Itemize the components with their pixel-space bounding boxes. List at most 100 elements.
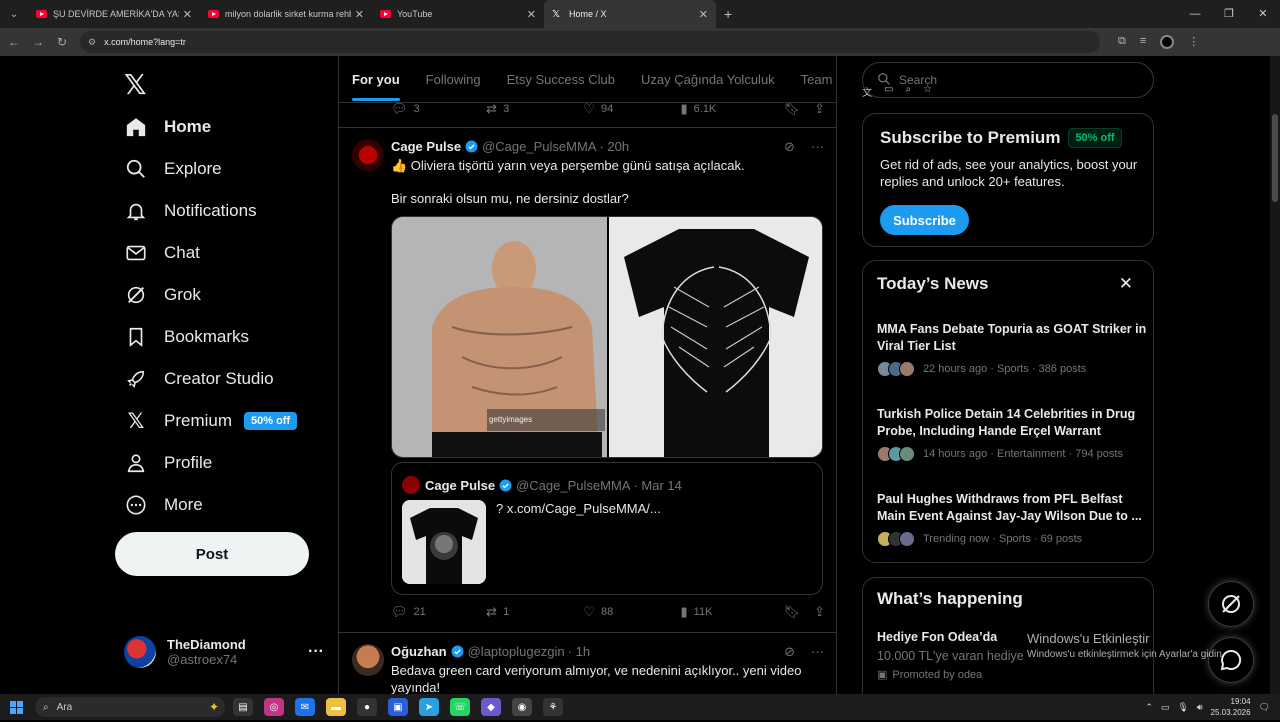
views-button[interactable]: ▮ 6.1K bbox=[680, 101, 783, 117]
app-icon[interactable]: ▣ bbox=[388, 698, 408, 716]
close-window-button[interactable]: ✕ bbox=[1246, 0, 1280, 28]
clock[interactable]: 19:04 25.03.2026 bbox=[1211, 696, 1251, 718]
profile-avatar-icon[interactable] bbox=[1160, 35, 1175, 49]
tweet-media[interactable]: gettyimages bbox=[391, 216, 823, 458]
news-item[interactable]: Turkish Police Detain 14 Celebrities in … bbox=[877, 406, 1147, 462]
minimize-button[interactable]: — bbox=[1178, 0, 1212, 28]
account-switcher[interactable]: TheDiamond @astroex74 ··· bbox=[124, 636, 324, 668]
close-icon[interactable]: ✕ bbox=[183, 8, 192, 21]
tab-search-button[interactable]: ⌄ bbox=[0, 0, 28, 28]
more-dots-icon[interactable]: ··· bbox=[811, 139, 824, 155]
nav-chat[interactable]: Chat bbox=[124, 235, 200, 271]
address-bar[interactable]: ⚙ x.com/home?lang=tr 文 ▭ ⌕ ☆ bbox=[80, 31, 1100, 99]
taskbar-search[interactable]: ⌕ Ara ✦ bbox=[35, 697, 225, 717]
reload-icon[interactable]: ↻ bbox=[50, 35, 74, 49]
quoted-tweet[interactable]: Cage Pulse @Cage_PulseMMA · Mar 14 ? x.c… bbox=[391, 462, 823, 595]
tweet-time[interactable]: · 20h bbox=[599, 139, 629, 154]
grok-icon[interactable]: ⊘ bbox=[784, 139, 795, 155]
subscribe-button[interactable]: Subscribe bbox=[880, 205, 969, 235]
instagram-icon[interactable]: ◎ bbox=[264, 698, 284, 716]
tweet[interactable]: Oğuzhan @laptoplugezgin · 1h ⊘ ··· Bedav… bbox=[339, 632, 836, 694]
nav-notifications[interactable]: Notifications bbox=[124, 193, 257, 229]
browser-tab[interactable]: YouTube ✕ bbox=[372, 0, 544, 28]
tab-etsy-success-club[interactable]: Etsy Success Club bbox=[507, 72, 615, 87]
extensions-icon[interactable]: ⧉ bbox=[1118, 35, 1126, 49]
like-button[interactable]: ♡ 88 bbox=[583, 604, 680, 620]
reply-button[interactable]: 💬︎ 3 bbox=[391, 101, 486, 117]
bookmark-button[interactable]: 🔖︎ bbox=[784, 101, 801, 117]
grok-icon[interactable]: ⊘ bbox=[784, 644, 795, 660]
avatar[interactable] bbox=[352, 139, 384, 171]
author-handle[interactable]: @laptoplugezgin bbox=[468, 644, 565, 659]
more-dots-icon[interactable]: ··· bbox=[811, 644, 824, 660]
close-icon[interactable]: ✕ bbox=[355, 8, 364, 21]
post-button[interactable]: Post bbox=[115, 532, 309, 576]
file-explorer-icon[interactable]: ▬ bbox=[326, 698, 346, 716]
telegram-icon[interactable]: ➤ bbox=[419, 698, 439, 716]
close-icon[interactable]: ✕ bbox=[1119, 274, 1133, 294]
author-handle[interactable]: @Cage_PulseMMA bbox=[482, 139, 596, 154]
views-button[interactable]: ▮ 11K bbox=[680, 604, 783, 620]
nav-bookmarks[interactable]: Bookmarks bbox=[124, 319, 249, 355]
browser-tab[interactable]: milyon dolarlik sirket kurma rehberi ✕ bbox=[200, 0, 372, 28]
volume-icon[interactable]: 🔊︎ bbox=[1197, 702, 1203, 713]
nav-more[interactable]: More bbox=[124, 487, 203, 523]
nav-grok[interactable]: Grok bbox=[124, 277, 201, 313]
news-item[interactable]: Paul Hughes Withdraws from PFL Belfast M… bbox=[877, 491, 1147, 547]
nav-creator-studio[interactable]: Creator Studio bbox=[124, 361, 274, 397]
nav-explore[interactable]: Explore bbox=[124, 151, 222, 187]
avatar[interactable] bbox=[352, 644, 384, 676]
windows-start-icon[interactable] bbox=[10, 700, 23, 714]
grok-floating-button[interactable] bbox=[1208, 581, 1254, 627]
author-name[interactable]: Cage Pulse bbox=[391, 139, 461, 154]
app-icon[interactable]: ⚘ bbox=[543, 698, 563, 716]
share-button[interactable]: ⇪ bbox=[814, 101, 825, 117]
outlook-icon[interactable]: ✉ bbox=[295, 698, 315, 716]
app-icon[interactable]: ● bbox=[357, 698, 377, 716]
chevron-up-icon[interactable]: ⌃ bbox=[1145, 702, 1153, 713]
restore-button[interactable]: ❐ bbox=[1212, 0, 1246, 28]
back-icon[interactable]: ← bbox=[2, 35, 26, 49]
app-icon[interactable]: ◆ bbox=[481, 698, 501, 716]
browser-menu-icon[interactable]: ⋮ bbox=[1188, 35, 1199, 49]
close-icon[interactable]: ✕ bbox=[527, 8, 536, 21]
notifications-icon[interactable]: 🗨︎ bbox=[1259, 702, 1270, 713]
tweet-photo[interactable]: gettyimages bbox=[392, 217, 607, 457]
nav-profile[interactable]: Profile bbox=[124, 445, 212, 481]
tweet-time[interactable]: · 1h bbox=[568, 644, 590, 659]
tab-for-you[interactable]: For you bbox=[352, 72, 400, 101]
tab-team[interactable]: Team M bbox=[801, 72, 836, 87]
tweet-photo[interactable] bbox=[609, 217, 822, 457]
chrome-icon[interactable]: ◉ bbox=[512, 698, 532, 716]
search-input[interactable]: Search bbox=[862, 62, 1154, 98]
microphone-icon[interactable]: 🎙︎ bbox=[1177, 702, 1188, 713]
scrollbar-thumb[interactable] bbox=[1272, 114, 1278, 202]
nav-home[interactable]: Home bbox=[124, 109, 211, 145]
tweet[interactable]: Cage Pulse @Cage_PulseMMA · 20h ⊘ ··· 👍 … bbox=[339, 127, 836, 632]
tab-uzay-caginda-yolculuk[interactable]: Uzay Çağında Yolculuk bbox=[641, 72, 775, 87]
quote-text[interactable]: ? x.com/Cage_PulseMMA/... bbox=[496, 501, 661, 516]
task-view-icon[interactable]: ▤ bbox=[233, 698, 253, 716]
x-logo-icon[interactable]: 𝕏 bbox=[124, 68, 147, 101]
bookmark-button[interactable]: 🔖︎ bbox=[784, 604, 801, 620]
promo-title[interactable]: Hediye Fon Odea’da bbox=[877, 630, 997, 644]
like-button[interactable]: ♡ 94 bbox=[583, 101, 680, 117]
nav-premium[interactable]: 𝕏 Premium 50% off bbox=[124, 403, 298, 439]
forward-icon[interactable]: → bbox=[26, 35, 50, 49]
reply-button[interactable]: 💬︎ 21 bbox=[391, 604, 486, 620]
more-dots-icon[interactable]: ··· bbox=[308, 643, 324, 661]
repost-button[interactable]: ⇄ 3 bbox=[486, 101, 583, 117]
browser-tab[interactable]: ŞU DEVİRDE AMERİKA'DA YAŞAMAK ✕ bbox=[28, 0, 200, 28]
repost-button[interactable]: ⇄ 1 bbox=[486, 604, 583, 620]
network-icon[interactable]: ▭ bbox=[1161, 702, 1170, 713]
close-icon[interactable]: ✕ bbox=[699, 8, 708, 21]
new-tab-button[interactable]: + bbox=[724, 6, 732, 22]
news-item[interactable]: MMA Fans Debate Topuria as GOAT Striker … bbox=[877, 321, 1147, 377]
whatsapp-icon[interactable]: ☏ bbox=[450, 698, 470, 716]
author-name[interactable]: Oğuzhan bbox=[391, 644, 447, 659]
page-scrollbar[interactable] bbox=[1270, 56, 1280, 694]
site-info-icon[interactable]: ⚙ bbox=[88, 37, 96, 48]
tab-following[interactable]: Following bbox=[426, 72, 481, 87]
tab-groups-icon[interactable]: ≡ bbox=[1140, 35, 1146, 49]
share-button[interactable]: ⇪ bbox=[814, 604, 825, 620]
